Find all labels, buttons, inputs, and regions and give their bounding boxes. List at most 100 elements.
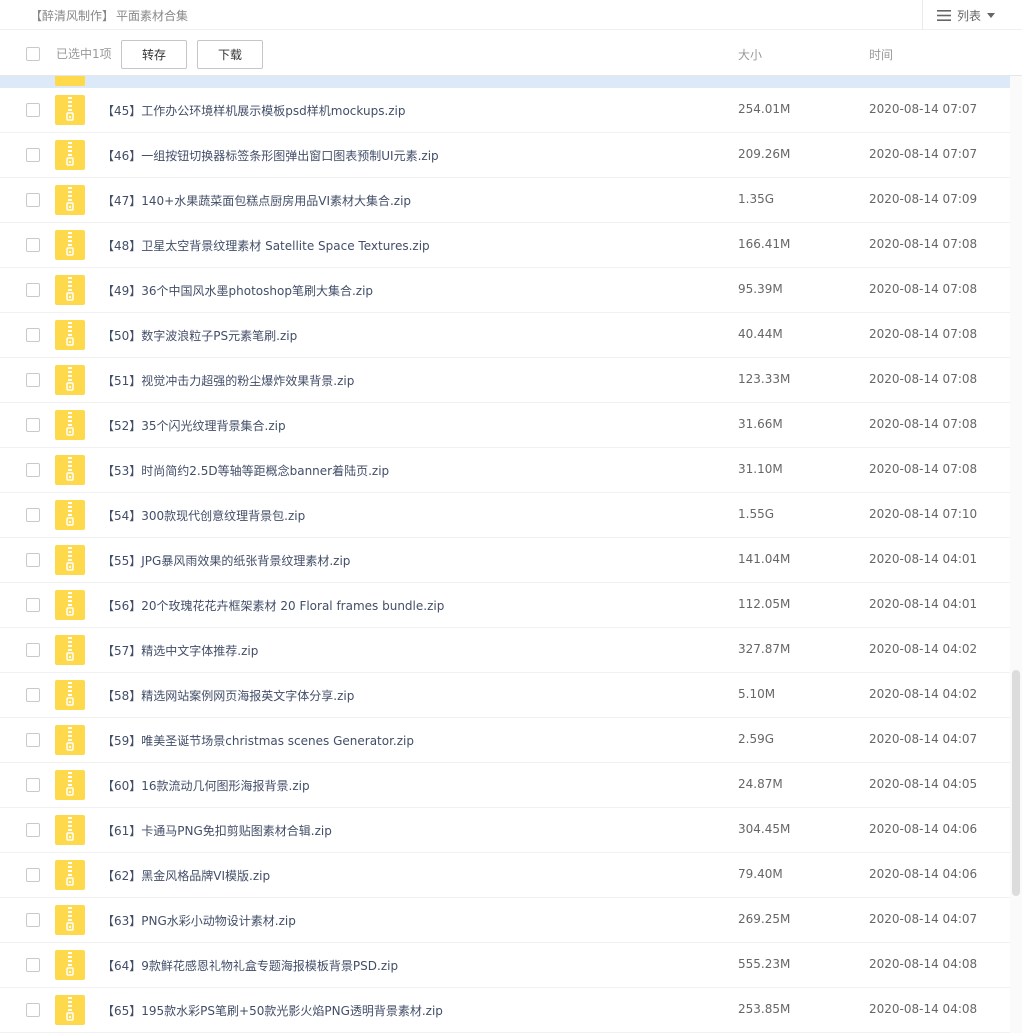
file-row[interactable]: 【48】卫星太空背景纹理素材 Satellite Space Textures.… [0, 223, 1010, 268]
row-checkbox[interactable] [26, 1003, 40, 1017]
file-row[interactable]: 【57】精选中文字体推荐.zip 327.87M 2020-08-14 04:0… [0, 628, 1010, 673]
file-row[interactable]: 【56】20个玫瑰花花卉框架素材 20 Floral frames bundle… [0, 583, 1010, 628]
file-row[interactable]: 【53】时尚简约2.5D等轴等距概念banner着陆页.zip 31.10M 2… [0, 448, 1010, 493]
file-row[interactable]: 【55】JPG暴风雨效果的纸张背景纹理素材.zip 141.04M 2020-0… [0, 538, 1010, 583]
file-name[interactable]: 【49】36个中国风水墨photoshop笔刷大集合.zip [102, 282, 702, 299]
file-size: 141.04M [738, 552, 791, 566]
file-row[interactable]: 【50】数字波浪粒子PS元素笔刷.zip 40.44M 2020-08-14 0… [0, 313, 1010, 358]
file-modified-time: 2020-08-14 04:06 [869, 822, 978, 836]
row-checkbox[interactable] [26, 868, 40, 882]
file-size: 2.59G [738, 732, 775, 746]
select-all-checkbox[interactable] [26, 47, 40, 61]
file-name[interactable]: 【47】140+水果蔬菜面包糕点厨房用品VI素材大集合.zip [102, 192, 702, 209]
row-checkbox[interactable] [26, 688, 40, 702]
selected-row-partial[interactable] [0, 76, 1010, 88]
view-mode-toggle[interactable]: 列表 [922, 0, 1022, 30]
file-name[interactable]: 【64】9款鲜花感恩礼物礼盒专题海报模板背景PSD.zip [102, 957, 702, 974]
file-size: 95.39M [738, 282, 783, 296]
column-header-size[interactable]: 大小 [738, 46, 762, 63]
file-modified-time: 2020-08-14 04:02 [869, 642, 978, 656]
row-checkbox[interactable] [26, 913, 40, 927]
row-checkbox[interactable] [26, 598, 40, 612]
row-checkbox[interactable] [26, 328, 40, 342]
row-checkbox[interactable] [26, 643, 40, 657]
file-modified-time: 2020-08-14 04:06 [869, 867, 978, 881]
save-to-drive-button[interactable]: 转存 [121, 40, 187, 69]
file-name[interactable]: 【54】300款现代创意纹理背景包.zip [102, 507, 702, 524]
file-row[interactable]: 【51】视觉冲击力超强的粉尘爆炸效果背景.zip 123.33M 2020-08… [0, 358, 1010, 403]
file-row[interactable]: 【62】黑金风格品牌VI模版.zip 79.40M 2020-08-14 04:… [0, 853, 1010, 898]
file-modified-time: 2020-08-14 04:08 [869, 957, 978, 971]
file-name[interactable]: 【53】时尚简约2.5D等轴等距概念banner着陆页.zip [102, 462, 702, 479]
row-checkbox[interactable] [26, 193, 40, 207]
row-checkbox[interactable] [26, 103, 40, 117]
file-row[interactable]: 【59】唯美圣诞节场景christmas scenes Generator.zi… [0, 718, 1010, 763]
row-checkbox[interactable] [26, 373, 40, 387]
file-manager: 【醉清风制作】 平面素材合集 列表 已选中1项 转存 下载 大小 时间 【45】… [0, 0, 1022, 1033]
file-name[interactable]: 【62】黑金风格品牌VI模版.zip [102, 867, 702, 884]
file-name[interactable]: 【61】卡通马PNG免扣剪贴图素材合辑.zip [102, 822, 702, 839]
file-name[interactable]: 【58】精选网站案例网页海报英文字体分享.zip [102, 687, 702, 704]
row-checkbox[interactable] [26, 148, 40, 162]
zip-file-icon [55, 95, 85, 125]
row-checkbox[interactable] [26, 463, 40, 477]
zip-file-icon [55, 770, 85, 800]
file-name[interactable]: 【60】16款流动几何图形海报背景.zip [102, 777, 702, 794]
file-row[interactable]: 【54】300款现代创意纹理背景包.zip 1.55G 2020-08-14 0… [0, 493, 1010, 538]
file-size: 253.85M [738, 1002, 791, 1016]
file-name[interactable]: 【55】JPG暴风雨效果的纸张背景纹理素材.zip [102, 552, 702, 569]
file-row[interactable]: 【49】36个中国风水墨photoshop笔刷大集合.zip 95.39M 20… [0, 268, 1010, 313]
breadcrumb: 【醉清风制作】 平面素材合集 [30, 7, 188, 24]
file-name[interactable]: 【52】35个闪光纹理背景集合.zip [102, 417, 702, 434]
file-row[interactable]: 【46】一组按钮切换器标签条形图弹出窗口图表预制UI元素.zip 209.26M… [0, 133, 1010, 178]
zip-file-icon [55, 905, 85, 935]
download-button[interactable]: 下载 [197, 40, 263, 69]
file-name[interactable]: 【51】视觉冲击力超强的粉尘爆炸效果背景.zip [102, 372, 702, 389]
file-row[interactable]: 【52】35个闪光纹理背景集合.zip 31.66M 2020-08-14 07… [0, 403, 1010, 448]
zip-file-icon [55, 995, 85, 1025]
file-name[interactable]: 【48】卫星太空背景纹理素材 Satellite Space Textures.… [102, 237, 702, 254]
file-size: 31.66M [738, 417, 783, 431]
breadcrumb-current: 平面素材合集 [116, 9, 189, 23]
zip-file-icon [55, 500, 85, 530]
file-name[interactable]: 【57】精选中文字体推荐.zip [102, 642, 702, 659]
file-modified-time: 2020-08-14 04:07 [869, 732, 978, 746]
file-row[interactable]: 【45】工作办公环境样机展示模板psd样机mockups.zip 254.01M… [0, 88, 1010, 133]
row-checkbox[interactable] [26, 508, 40, 522]
breadcrumb-parent[interactable]: 【醉清风制作】 [30, 9, 114, 23]
file-size: 40.44M [738, 327, 783, 341]
row-checkbox[interactable] [26, 823, 40, 837]
file-row[interactable]: 【64】9款鲜花感恩礼物礼盒专题海报模板背景PSD.zip 555.23M 20… [0, 943, 1010, 988]
file-modified-time: 2020-08-14 07:08 [869, 237, 978, 251]
file-name[interactable]: 【50】数字波浪粒子PS元素笔刷.zip [102, 327, 702, 344]
file-row[interactable]: 【63】PNG水彩小动物设计素材.zip 269.25M 2020-08-14 … [0, 898, 1010, 943]
row-checkbox[interactable] [26, 418, 40, 432]
file-name[interactable]: 【65】195款水彩PS笔刷+50款光影火焰PNG透明背景素材.zip [102, 1002, 702, 1019]
list-icon [937, 9, 951, 21]
row-checkbox[interactable] [26, 553, 40, 567]
file-size: 123.33M [738, 372, 791, 386]
file-name[interactable]: 【56】20个玫瑰花花卉框架素材 20 Floral frames bundle… [102, 597, 702, 614]
file-row[interactable]: 【60】16款流动几何图形海报背景.zip 24.87M 2020-08-14 … [0, 763, 1010, 808]
file-name[interactable]: 【63】PNG水彩小动物设计素材.zip [102, 912, 702, 929]
zip-file-icon [55, 860, 85, 890]
row-checkbox[interactable] [26, 283, 40, 297]
row-checkbox[interactable] [26, 778, 40, 792]
file-row[interactable]: 【61】卡通马PNG免扣剪贴图素材合辑.zip 304.45M 2020-08-… [0, 808, 1010, 853]
row-checkbox[interactable] [26, 958, 40, 972]
file-modified-time: 2020-08-14 07:08 [869, 417, 978, 431]
scrollbar-thumb[interactable] [1012, 670, 1020, 896]
file-row[interactable]: 【58】精选网站案例网页海报英文字体分享.zip 5.10M 2020-08-1… [0, 673, 1010, 718]
row-checkbox[interactable] [26, 733, 40, 747]
file-name[interactable]: 【45】工作办公环境样机展示模板psd样机mockups.zip [102, 102, 702, 119]
scrollbar[interactable] [1010, 76, 1022, 1033]
file-modified-time: 2020-08-14 04:01 [869, 597, 978, 611]
file-row[interactable]: 【47】140+水果蔬菜面包糕点厨房用品VI素材大集合.zip 1.35G 20… [0, 178, 1010, 223]
column-header-time[interactable]: 时间 [869, 46, 893, 63]
file-name[interactable]: 【46】一组按钮切换器标签条形图弹出窗口图表预制UI元素.zip [102, 147, 702, 164]
row-checkbox[interactable] [26, 238, 40, 252]
file-modified-time: 2020-08-14 07:07 [869, 102, 978, 116]
file-modified-time: 2020-08-14 07:08 [869, 282, 978, 296]
file-row[interactable]: 【65】195款水彩PS笔刷+50款光影火焰PNG透明背景素材.zip 253.… [0, 988, 1010, 1033]
file-name[interactable]: 【59】唯美圣诞节场景christmas scenes Generator.zi… [102, 732, 702, 749]
